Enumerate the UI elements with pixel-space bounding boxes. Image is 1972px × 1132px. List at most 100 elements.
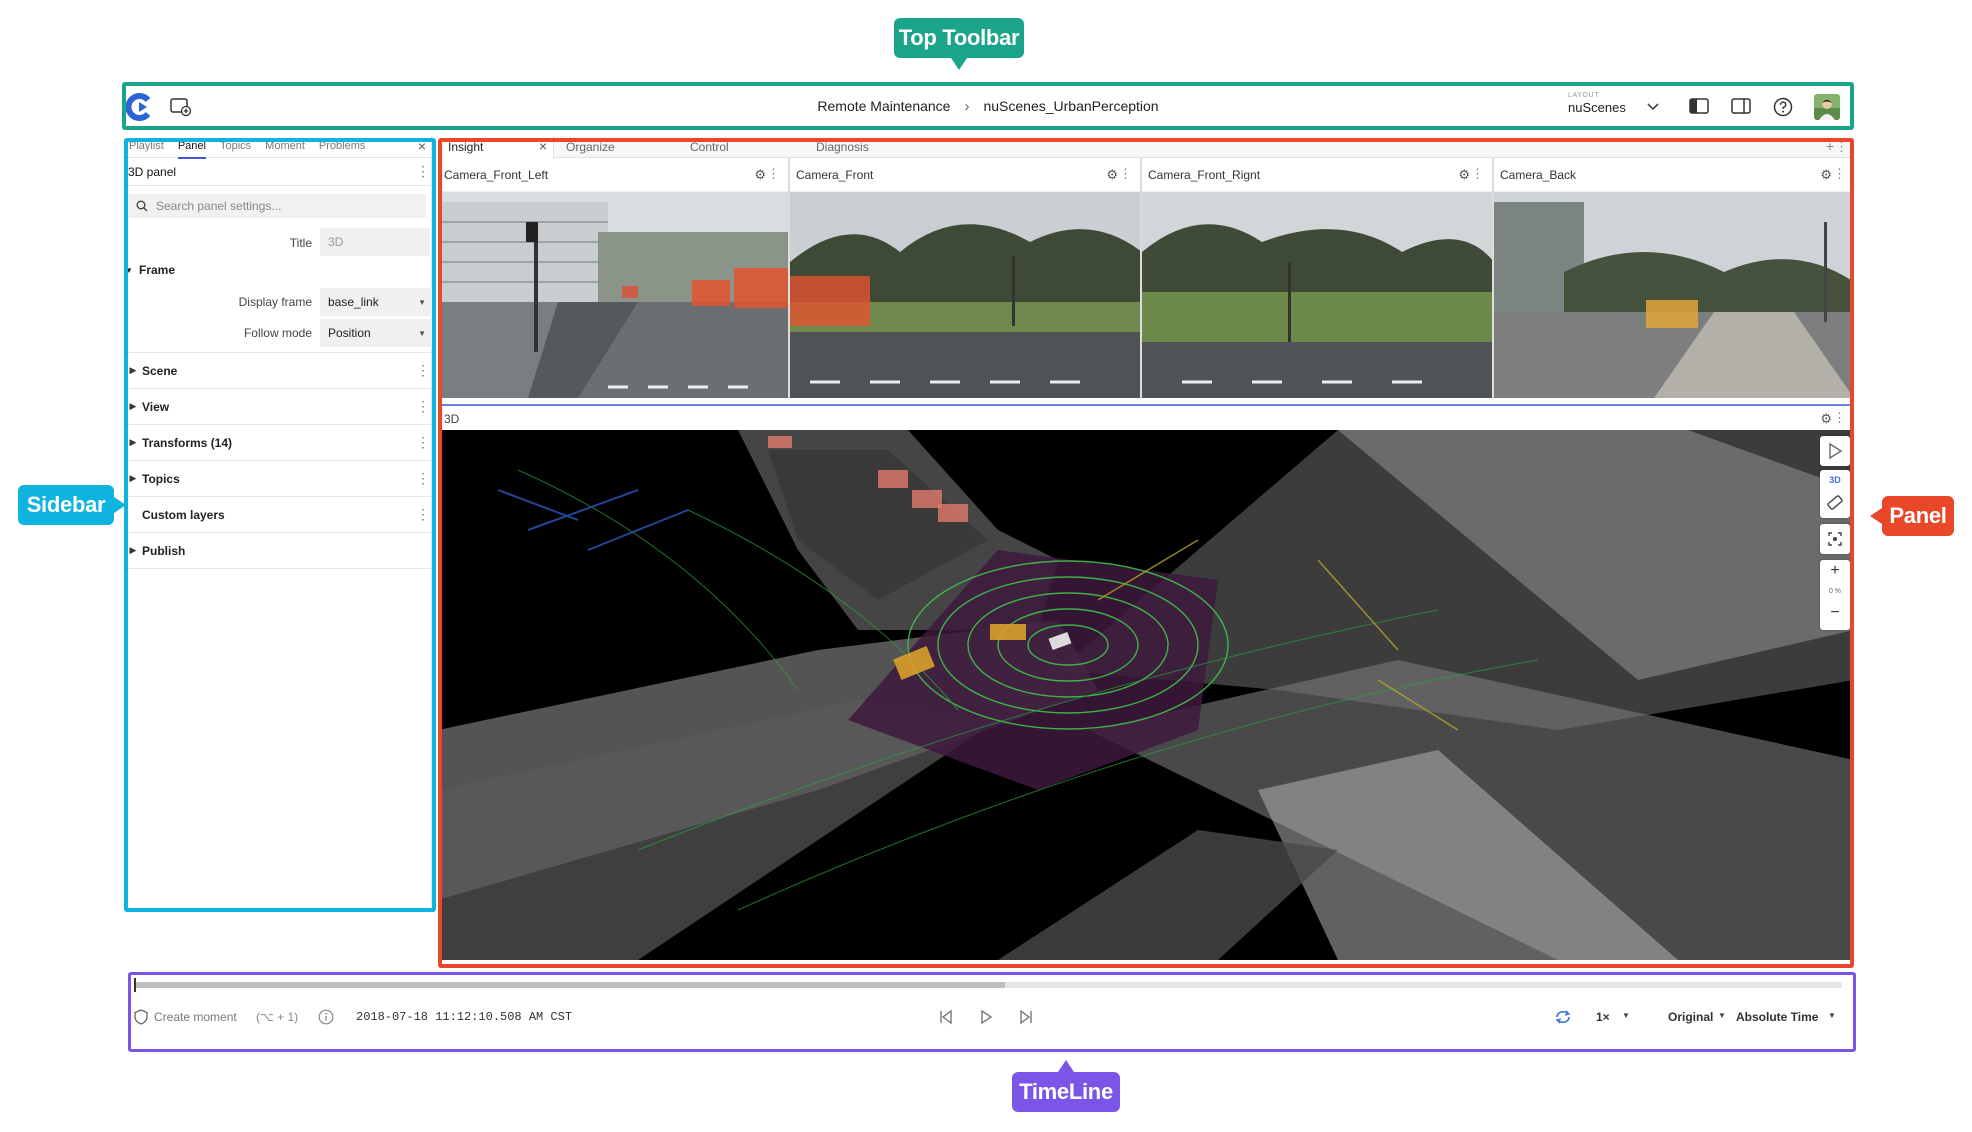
panel-callout: Panel (1870, 496, 1954, 536)
more-icon[interactable]: ⋮ (1835, 139, 1848, 155)
title-label: Title (289, 236, 312, 250)
camera-panel-back[interactable]: Camera_Back ⚙ ⋮ (1494, 158, 1854, 398)
section-label: Transforms (14) (142, 435, 233, 450)
follow-mode-select[interactable]: Position ▼ (320, 319, 432, 347)
gear-icon[interactable]: ⚙ (1820, 167, 1832, 183)
time-format[interactable]: Absolute Time (1736, 1010, 1818, 1024)
info-icon[interactable] (318, 1009, 334, 1025)
tab-control[interactable]: Control (690, 136, 729, 158)
sidebar-callout-label: Sidebar (26, 492, 106, 517)
chevron-down-icon[interactable]: ▼ (1622, 1011, 1630, 1020)
frame-section[interactable]: ▼ Frame (122, 256, 432, 284)
more-icon[interactable]: ⋮ (767, 166, 780, 182)
breadcrumb-project[interactable]: Remote Maintenance (817, 98, 950, 114)
close-icon[interactable]: × (418, 138, 426, 154)
close-icon[interactable]: × (539, 138, 547, 154)
camera-panel-front-right[interactable]: Camera_Front_Rignt ⚙ ⋮ (1142, 158, 1494, 398)
section-view[interactable]: ▶ View ⋮ (122, 389, 432, 425)
3d-mode-button[interactable]: 3D (1820, 470, 1850, 490)
display-frame-select[interactable]: base_link ▼ (320, 288, 432, 316)
camera-image (1142, 192, 1492, 398)
more-icon[interactable]: ⋮ (416, 362, 430, 379)
camera-title: Camera_Back (1500, 167, 1577, 182)
create-moment-button[interactable]: Create moment (154, 1010, 237, 1024)
search-input[interactable]: Search panel settings... (156, 199, 281, 213)
section-custom-layers[interactable]: Custom layers ⋮ (122, 497, 432, 533)
ruler-icon[interactable] (1820, 490, 1850, 516)
more-icon[interactable]: ⋮ (416, 470, 430, 487)
zoom-in-icon[interactable]: + (1820, 560, 1850, 582)
camera-panel-header: Camera_Front_Rignt ⚙ ⋮ (1142, 158, 1492, 192)
gear-icon[interactable]: ⚙ (1458, 167, 1470, 183)
chevron-down-icon: ▼ (418, 297, 426, 307)
more-icon[interactable]: ⋮ (416, 434, 430, 451)
breadcrumb-dataset[interactable]: nuScenes_UrbanPerception (983, 98, 1158, 114)
skip-back-icon[interactable] (938, 1009, 954, 1025)
section-scene[interactable]: ▶ Scene ⋮ (122, 353, 432, 389)
skip-forward-icon[interactable] (1018, 1009, 1034, 1025)
playback-speed[interactable]: 1× (1596, 1010, 1610, 1024)
add-tab-icon[interactable]: + (1826, 138, 1834, 154)
search-field[interactable]: Search panel settings... (128, 194, 426, 218)
focus-icon[interactable] (1820, 524, 1850, 554)
section-label: View (142, 399, 170, 414)
display-frame-label: Display frame (238, 295, 312, 309)
3d-scene[interactable]: 3D + 0 % − (438, 430, 1854, 960)
gear-icon[interactable]: ⚙ (1106, 167, 1118, 183)
chevron-down-icon[interactable]: ▼ (1828, 1011, 1836, 1020)
timeline-cursor[interactable] (134, 978, 136, 992)
tab-topics[interactable]: Topics (213, 136, 258, 158)
timing-mode[interactable]: Original (1668, 1010, 1713, 1024)
more-icon[interactable]: ⋮ (1119, 166, 1132, 182)
section-publish[interactable]: ▶ Publish (122, 533, 432, 569)
title-input[interactable]: 3D (320, 228, 430, 256)
tab-label: Insight (448, 140, 484, 154)
section-transforms[interactable]: ▶ Transforms (14) ⋮ (122, 425, 432, 461)
more-icon[interactable]: ⋮ (416, 398, 430, 415)
more-icon[interactable]: ⋮ (1471, 166, 1484, 182)
help-icon[interactable] (1772, 96, 1794, 118)
timeline-track[interactable] (134, 978, 1842, 992)
camera-panel-front[interactable]: Camera_Front ⚙ ⋮ (790, 158, 1142, 398)
select-tool-icon[interactable] (1820, 436, 1850, 466)
toggle-right-sidebar-icon[interactable] (1730, 96, 1752, 116)
chevron-right-icon: ▶ (129, 545, 137, 555)
3d-panel[interactable]: 3D ⚙ ⋮ 3D + 0 % − (438, 404, 1854, 960)
gear-icon[interactable]: ⚙ (754, 167, 766, 183)
camera-panel-header: Camera_Back ⚙ ⋮ (1494, 158, 1854, 192)
tab-moment[interactable]: Moment (258, 136, 312, 158)
more-icon[interactable]: ⋮ (416, 163, 430, 180)
camera-panel-front-left[interactable]: Camera_Front_Left ⚙ ⋮ (438, 158, 790, 398)
tab-panel[interactable]: Panel (171, 136, 213, 159)
tab-organize[interactable]: Organize (566, 136, 615, 158)
chevron-down-icon[interactable]: ▼ (1718, 1011, 1726, 1020)
camera-image (438, 192, 788, 398)
toggle-left-sidebar-icon[interactable] (1688, 96, 1710, 116)
layout-tabs: Insight × Organize Control Diagnosis + ⋮ (438, 136, 1854, 158)
section-label: Publish (142, 543, 186, 558)
more-icon[interactable]: ⋮ (1833, 410, 1846, 426)
callout-pointer (1058, 1060, 1074, 1072)
zoom-out-icon[interactable]: − (1820, 604, 1850, 626)
more-icon[interactable]: ⋮ (1833, 166, 1846, 182)
more-icon[interactable]: ⋮ (416, 506, 430, 523)
avatar[interactable] (1814, 94, 1840, 120)
loop-icon[interactable] (1554, 1009, 1572, 1025)
section-topics[interactable]: ▶ Topics ⋮ (122, 461, 432, 497)
tab-diagnosis[interactable]: Diagnosis (816, 136, 869, 158)
camera-image (790, 192, 1140, 398)
follow-mode-label: Follow mode (243, 326, 312, 340)
play-icon[interactable] (978, 1009, 994, 1025)
chevron-right-icon: ▶ (129, 437, 137, 447)
gear-icon[interactable]: ⚙ (1820, 411, 1832, 427)
timeline-controls: Create moment (⌥ + 1) 2018-07-18 11:12:1… (122, 1002, 1854, 1032)
chevron-right-icon: ▶ (129, 401, 137, 411)
tab-problems[interactable]: Problems (312, 136, 372, 158)
panel-header: 3D panel ⋮ (122, 158, 432, 186)
chevron-down-icon[interactable] (1646, 100, 1660, 114)
3d-panel-title: 3D (444, 412, 460, 426)
section-label: Scene (142, 363, 178, 378)
tab-insight[interactable]: Insight × (438, 136, 554, 158)
tab-playlist[interactable]: Playlist (122, 136, 171, 158)
view-tools-top (1820, 436, 1850, 466)
